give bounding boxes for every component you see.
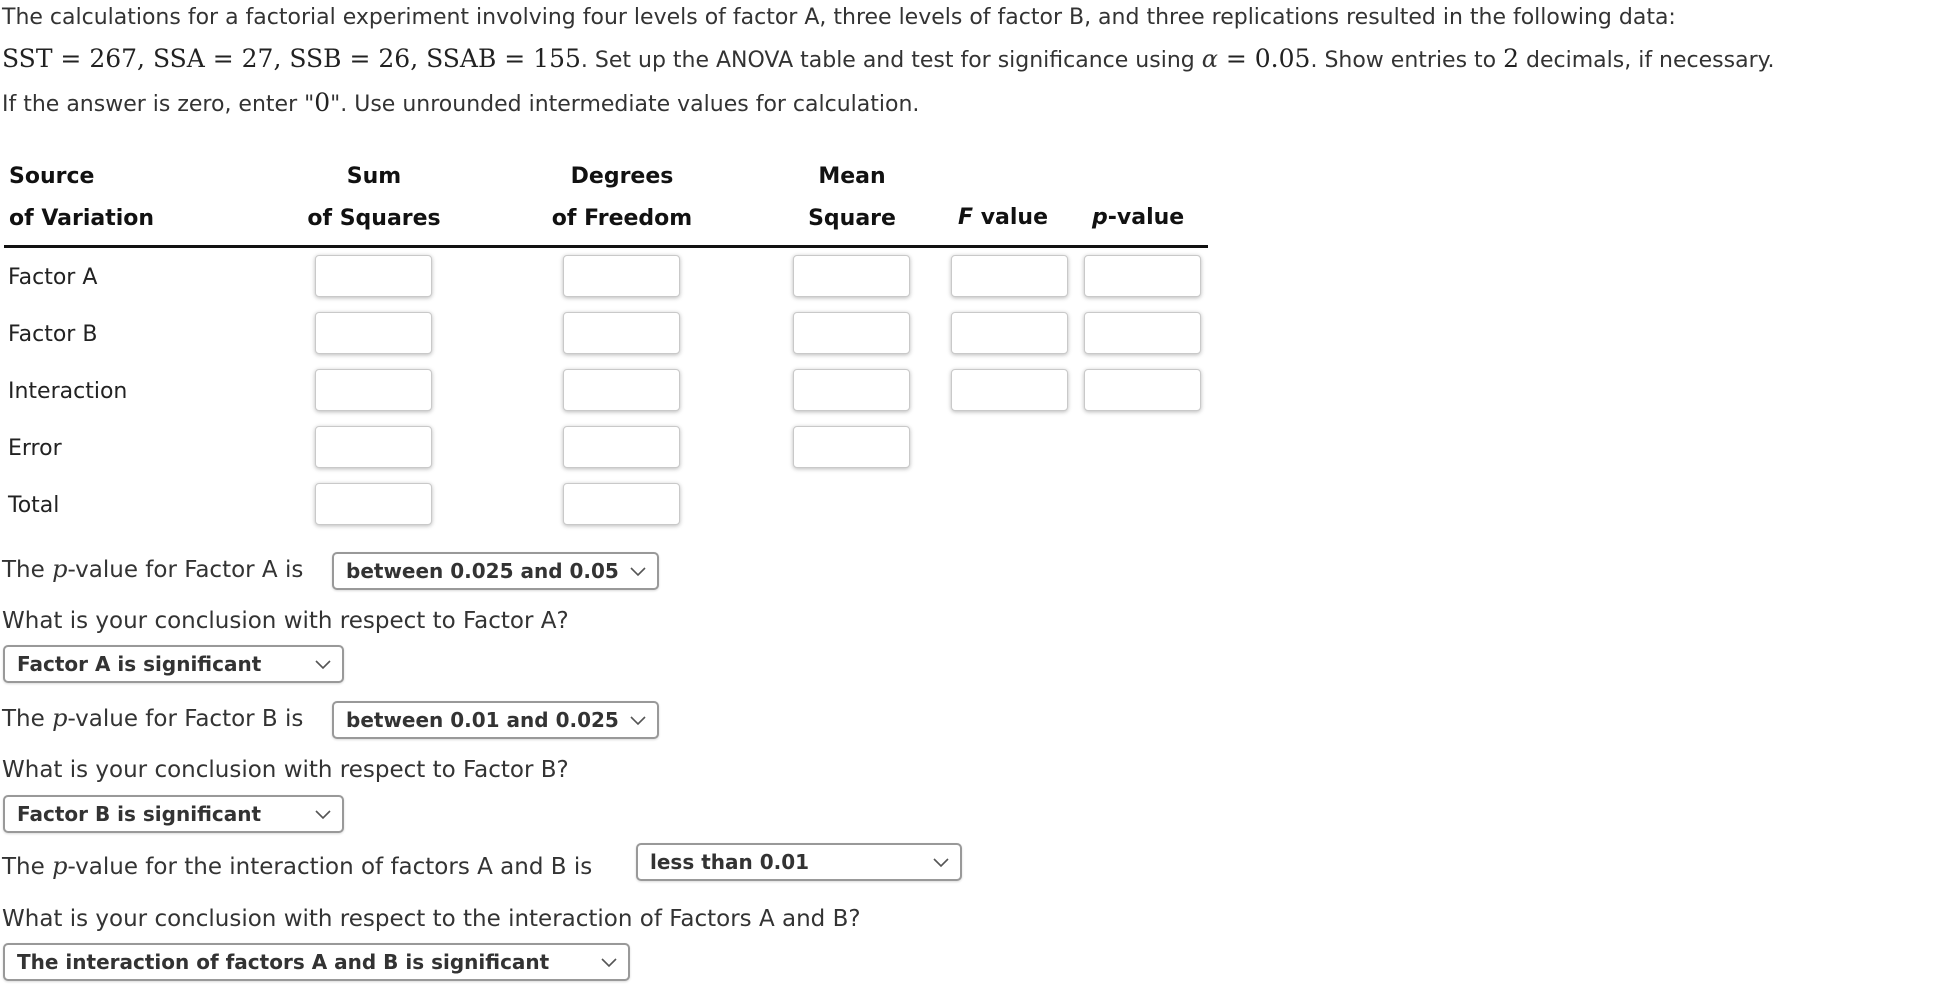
- intro-text: If the answer is zero, enter ": [2, 92, 315, 117]
- interaction-p-value-input[interactable]: [1084, 369, 1201, 411]
- factor-b-p-value-input[interactable]: [1084, 312, 1201, 354]
- header-divider: [4, 245, 1208, 248]
- interaction-p-value-select[interactable]: less than 0.01: [636, 843, 962, 881]
- header-f-value: F value: [958, 205, 1048, 230]
- interaction-conclusion-question: What is your conclusion with respect to …: [2, 906, 861, 932]
- total-sum-of-squares-input[interactable]: [315, 483, 432, 525]
- selected-value: between 0.01 and 0.025: [346, 708, 619, 732]
- interaction-sum-of-squares-input[interactable]: [315, 369, 432, 411]
- header-line: Degrees: [570, 164, 674, 189]
- intro-text: ". Use unrounded intermediate values for…: [330, 92, 920, 117]
- chevron-down-icon: [630, 567, 646, 577]
- error-degrees-of-freedom-input[interactable]: [563, 426, 680, 468]
- p-symbol: p: [52, 852, 68, 880]
- factor-b-conclusion-select[interactable]: Factor B is significant: [3, 795, 344, 833]
- zero-value: 0: [314, 88, 331, 117]
- question-text: The: [2, 854, 53, 880]
- row-label-interaction: Interaction: [8, 379, 128, 404]
- error-sum-of-squares-input[interactable]: [315, 426, 432, 468]
- interaction-degrees-of-freedom-input[interactable]: [563, 369, 680, 411]
- header-line: of Freedom: [551, 206, 693, 231]
- intro-text: . Set up the ANOVA table and test for si…: [580, 48, 1202, 73]
- factor-b-conclusion-question: What is your conclusion with respect to …: [2, 757, 569, 783]
- factor-b-degrees-of-freedom-input[interactable]: [563, 312, 680, 354]
- intro-line-1: The calculations for a factorial experim…: [2, 5, 1676, 30]
- factor-a-degrees-of-freedom-input[interactable]: [563, 255, 680, 297]
- chevron-down-icon: [315, 660, 331, 670]
- question-text: The: [2, 557, 53, 583]
- row-label-factor-b: Factor B: [8, 322, 98, 347]
- factor-b-f-value-input[interactable]: [951, 312, 1068, 354]
- intro-text: . Show entries to: [1310, 48, 1504, 73]
- header-line: of Variation: [9, 206, 155, 231]
- alpha-value: = 0.05: [1217, 44, 1311, 73]
- chevron-down-icon: [315, 810, 331, 820]
- interaction-f-value-input[interactable]: [951, 369, 1068, 411]
- header-line: Source: [9, 164, 95, 189]
- p-symbol: p: [52, 555, 68, 583]
- header-sum-of-squares: Sum of Squares: [299, 164, 449, 231]
- factor-a-sum-of-squares-input[interactable]: [315, 255, 432, 297]
- sum-of-squares-values: SST = 267, SSA = 27, SSB = 26, SSAB = 15…: [2, 44, 581, 73]
- intro-line-2: SST = 267, SSA = 27, SSB = 26, SSAB = 15…: [2, 44, 1775, 73]
- intro-line-3: If the answer is zero, enter "0". Use un…: [2, 88, 919, 117]
- interaction-conclusion-select[interactable]: The interaction of factors A and B is si…: [3, 943, 630, 981]
- decimals-value: 2: [1503, 44, 1520, 73]
- row-label-factor-a: Factor A: [8, 265, 98, 290]
- factor-a-conclusion-question: What is your conclusion with respect to …: [2, 608, 569, 634]
- p-symbol: p: [1092, 205, 1108, 230]
- chevron-down-icon: [933, 858, 949, 868]
- question-text: -value for Factor B is: [67, 706, 304, 732]
- selected-value: The interaction of factors A and B is si…: [17, 950, 550, 974]
- factor-a-conclusion-select[interactable]: Factor A is significant: [3, 645, 344, 683]
- header-line: -value: [1107, 205, 1185, 230]
- header-mean-square: Mean Square: [792, 164, 912, 231]
- p-symbol: p: [52, 704, 68, 732]
- header-line: Mean: [818, 164, 886, 189]
- row-label-error: Error: [8, 436, 62, 461]
- factor-a-p-value-input[interactable]: [1084, 255, 1201, 297]
- header-p-value: p-value: [1092, 205, 1184, 230]
- header-line: of Squares: [307, 206, 441, 231]
- selected-value: Factor A is significant: [17, 652, 262, 676]
- question-text: -value for Factor A is: [67, 557, 304, 583]
- question-text: -value for the interaction of factors A …: [67, 854, 593, 880]
- factor-b-mean-square-input[interactable]: [793, 312, 910, 354]
- row-label-total: Total: [8, 493, 60, 518]
- factor-b-p-value-select[interactable]: between 0.01 and 0.025: [332, 701, 659, 739]
- header-source: Source of Variation: [9, 164, 154, 231]
- error-mean-square-input[interactable]: [793, 426, 910, 468]
- selected-value: Factor B is significant: [17, 802, 262, 826]
- total-degrees-of-freedom-input[interactable]: [563, 483, 680, 525]
- header-degrees-of-freedom: Degrees of Freedom: [537, 164, 707, 231]
- header-line: value: [973, 205, 1049, 230]
- factor-a-p-value-select[interactable]: between 0.025 and 0.05: [332, 552, 659, 590]
- header-line: Square: [808, 206, 896, 231]
- intro-text: The calculations for a factorial experim…: [2, 5, 1676, 30]
- header-line: Sum: [346, 164, 402, 189]
- factor-b-p-value-question: The p-value for Factor B is: [2, 704, 303, 732]
- selected-value: between 0.025 and 0.05: [346, 559, 619, 583]
- question-text: The: [2, 706, 53, 732]
- alpha-symbol: α: [1201, 45, 1218, 73]
- intro-text: decimals, if necessary.: [1519, 48, 1775, 73]
- interaction-mean-square-input[interactable]: [793, 369, 910, 411]
- factor-a-mean-square-input[interactable]: [793, 255, 910, 297]
- selected-value: less than 0.01: [650, 850, 810, 874]
- f-symbol: F: [958, 205, 974, 230]
- factor-a-f-value-input[interactable]: [951, 255, 1068, 297]
- interaction-p-value-question: The p-value for the interaction of facto…: [2, 852, 592, 880]
- chevron-down-icon: [601, 958, 617, 968]
- factor-a-p-value-question: The p-value for Factor A is: [2, 555, 303, 583]
- factor-b-sum-of-squares-input[interactable]: [315, 312, 432, 354]
- chevron-down-icon: [630, 716, 646, 726]
